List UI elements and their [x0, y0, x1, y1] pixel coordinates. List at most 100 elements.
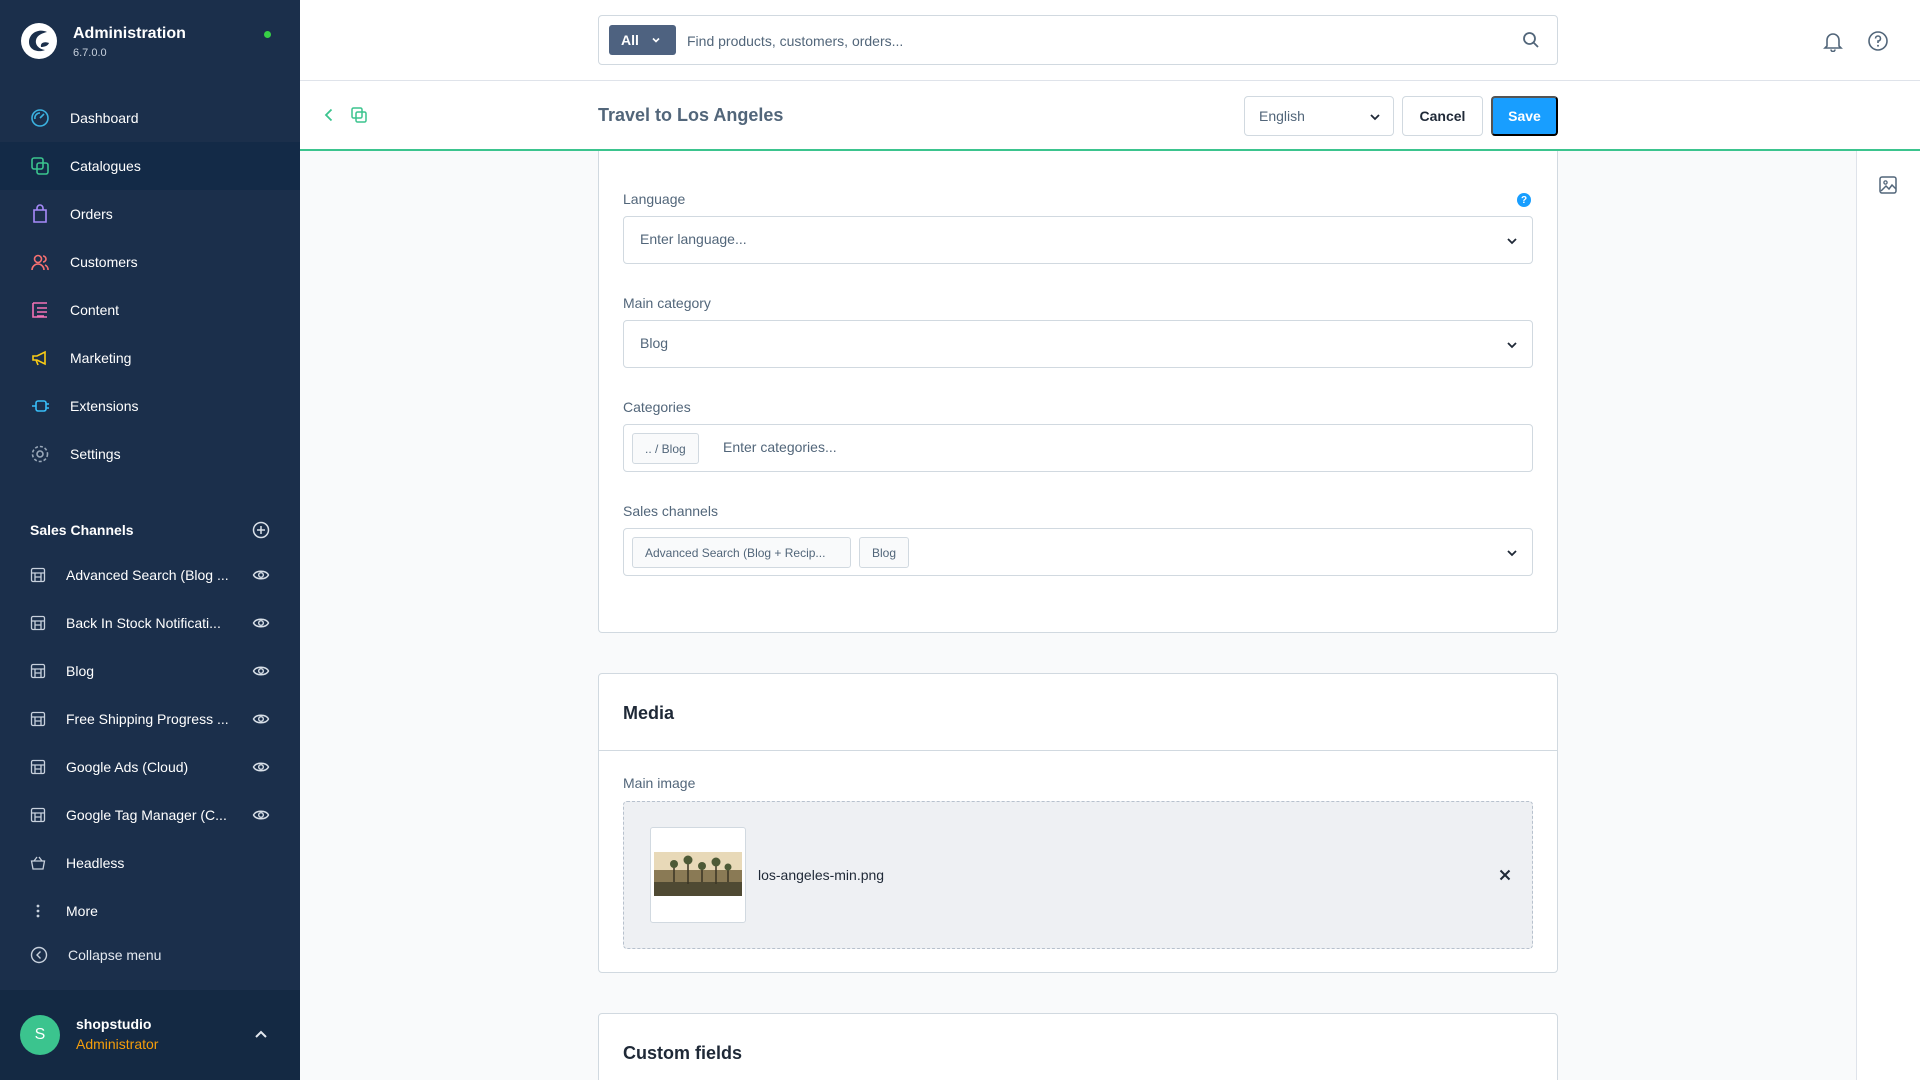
storefront-icon	[30, 711, 46, 727]
search-type-label: All	[621, 32, 639, 48]
nav-item-customers[interactable]: Customers	[0, 238, 300, 286]
sales-channels-title: Sales Channels	[30, 522, 134, 538]
more-label: More	[66, 903, 98, 919]
chevron-down-icon	[652, 37, 660, 43]
sales-channel-more[interactable]: More	[0, 887, 300, 935]
nav-label: Extensions	[70, 398, 139, 414]
smart-bar: Travel to Los Angeles English Cancel Sav…	[300, 81, 1920, 151]
global-search: All	[598, 15, 1558, 65]
collapse-icon	[30, 946, 48, 964]
sales-channel-tag[interactable]: Advanced Search (Blog + Recip...	[632, 537, 851, 568]
sales-channel-label: Blog	[66, 663, 95, 679]
media-image-icon[interactable]	[1878, 175, 1898, 195]
eye-icon[interactable]	[252, 662, 270, 680]
sales-channel-tag[interactable]: Blog	[859, 537, 910, 568]
chevron-down-icon	[1370, 114, 1380, 121]
eye-icon[interactable]	[252, 614, 270, 632]
save-button[interactable]: Save	[1491, 96, 1558, 136]
storefront-icon	[30, 567, 46, 583]
main-category-label: Main category	[623, 295, 711, 311]
nav-label: Orders	[70, 206, 113, 222]
sales-channels-multiselect[interactable]: Advanced Search (Blog + Recip... Blog	[623, 528, 1533, 576]
main-category-select[interactable]: Blog	[623, 320, 1533, 368]
category-tag[interactable]: .. / Blog	[632, 433, 699, 464]
dashboard-icon	[31, 109, 49, 127]
duplicate-icon[interactable]	[350, 106, 368, 124]
avatar: S	[20, 1015, 60, 1055]
sales-channel-list: Advanced Search (Blog ... Back In Stock …	[0, 551, 300, 935]
media-heading: Media	[623, 703, 675, 723]
file-name: los-angeles-min.png	[758, 867, 885, 883]
nav-label: Marketing	[70, 350, 132, 366]
card-divider	[599, 750, 1557, 751]
search-input[interactable]	[687, 28, 1487, 54]
sales-channel-item[interactable]: Headless	[0, 839, 300, 887]
image-thumbnail[interactable]	[650, 827, 746, 923]
categories-placeholder: Enter categories...	[723, 439, 837, 455]
cancel-button[interactable]: Cancel	[1402, 96, 1483, 136]
nav-item-extensions[interactable]: Extensions	[0, 382, 300, 430]
sales-channel-item[interactable]: Free Shipping Progress ...	[0, 695, 300, 743]
back-arrow-icon[interactable]	[320, 106, 338, 124]
close-icon[interactable]	[1498, 868, 1512, 882]
nav-label: Customers	[70, 254, 138, 270]
settings-icon	[31, 445, 49, 463]
nav-item-marketing[interactable]: Marketing	[0, 334, 300, 382]
sales-channel-item[interactable]: Google Ads (Cloud)	[0, 743, 300, 791]
add-sales-channel-icon[interactable]	[252, 521, 270, 539]
storefront-icon	[30, 615, 46, 631]
nav-item-settings[interactable]: Settings	[0, 430, 300, 478]
storefront-icon	[30, 759, 46, 775]
search-icon[interactable]	[1521, 30, 1541, 50]
eye-icon[interactable]	[252, 710, 270, 728]
nav-label: Content	[70, 302, 120, 318]
nav-item-catalogues[interactable]: Catalogues	[0, 142, 300, 190]
custom-fields-heading: Custom fields	[623, 1043, 743, 1063]
sales-channel-item[interactable]: Blog	[0, 647, 300, 695]
sales-channel-item[interactable]: Google Tag Manager (C...	[0, 791, 300, 839]
chevron-down-icon	[1507, 550, 1517, 557]
nav-item-dashboard[interactable]: Dashboard	[0, 94, 300, 142]
extensions-icon	[32, 400, 49, 412]
brand[interactable]: Administration 6.7.0.0	[20, 22, 290, 62]
help-icon[interactable]	[1867, 30, 1889, 52]
customers-icon	[31, 254, 49, 271]
categories-multiselect[interactable]: .. / Blog Enter categories...	[623, 424, 1533, 472]
sales-channel-label: Headless	[66, 855, 125, 871]
chevron-down-icon	[1507, 342, 1517, 349]
content-icon	[32, 302, 47, 318]
language-switch[interactable]: English	[1244, 96, 1394, 136]
collapse-menu-button[interactable]: Collapse menu	[30, 946, 161, 964]
more-vertical-icon	[36, 904, 40, 918]
language-value: English	[1259, 108, 1305, 124]
top-bar: All	[300, 0, 1920, 81]
help-icon[interactable]: ?	[1517, 193, 1531, 207]
eye-icon[interactable]	[252, 566, 270, 584]
custom-fields-card: Custom fields	[598, 1013, 1558, 1080]
search-type-select[interactable]: All	[609, 25, 676, 55]
language-placeholder: Enter language...	[640, 231, 747, 247]
language-select[interactable]: Enter language...	[623, 216, 1533, 264]
shopware-logo-icon	[21, 23, 57, 59]
media-dropzone[interactable]: los-angeles-min.png	[623, 801, 1533, 949]
app-version: 6.7.0.0	[73, 47, 107, 59]
sales-channel-item[interactable]: Advanced Search (Blog ...	[0, 551, 300, 599]
eye-icon[interactable]	[252, 758, 270, 776]
admin-sidebar: Administration 6.7.0.0 Dashboard Catalog…	[0, 0, 300, 1080]
sales-channel-label: Google Tag Manager (C...	[66, 807, 227, 823]
nav-item-content[interactable]: Content	[0, 286, 300, 334]
nav-label: Dashboard	[70, 110, 139, 126]
user-panel[interactable]: S shopstudio Administrator	[0, 990, 300, 1080]
sales-channel-item[interactable]: Back In Stock Notificati...	[0, 599, 300, 647]
catalogues-icon	[31, 157, 49, 175]
app-name: Administration	[73, 25, 186, 42]
chevron-up-icon[interactable]	[252, 1026, 270, 1044]
sales-channel-label: Back In Stock Notificati...	[66, 615, 221, 631]
sales-channels-label: Sales channels	[623, 503, 718, 519]
nav-item-orders[interactable]: Orders	[0, 190, 300, 238]
sales-channel-label: Google Ads (Cloud)	[66, 759, 189, 775]
notifications-bell-icon[interactable]	[1822, 30, 1844, 52]
eye-icon[interactable]	[252, 806, 270, 824]
storefront-icon	[30, 807, 46, 823]
category-assignment-card: Language ? Enter language... Main catego…	[598, 151, 1558, 633]
